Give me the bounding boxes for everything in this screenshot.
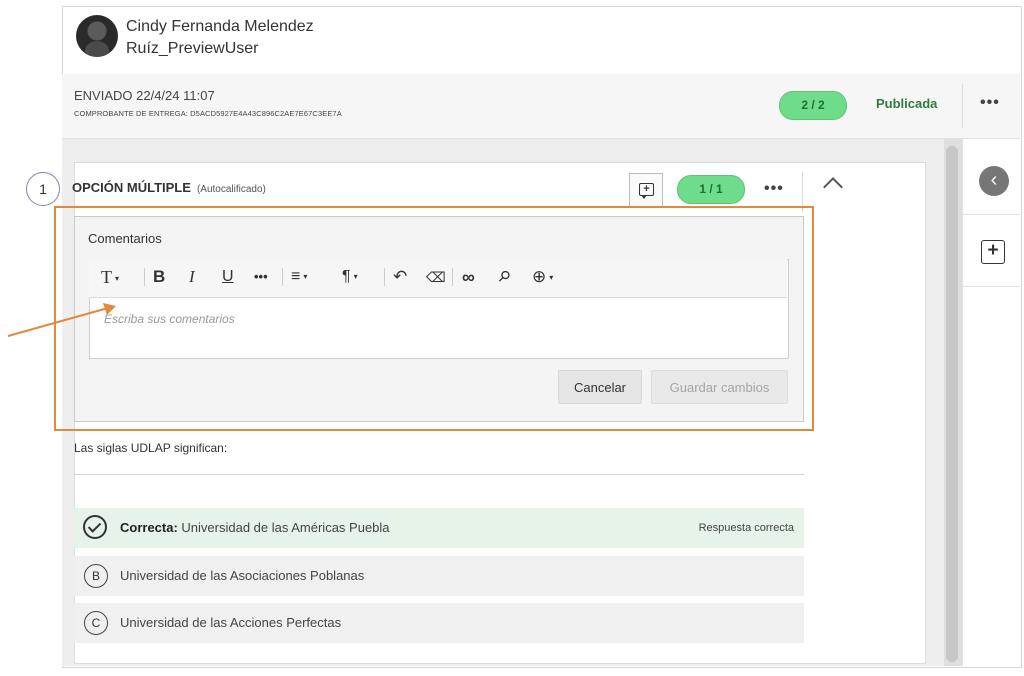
question-more-options-icon[interactable]: ••• <box>764 180 784 198</box>
divider <box>962 286 1020 287</box>
question-prompt: Las siglas UDLAP significan: <box>74 441 228 455</box>
divider <box>962 214 1020 215</box>
publish-status: Publicada <box>876 96 938 111</box>
collapse-panel-chevron-left-icon[interactable]: ‹ <box>979 166 1009 196</box>
question-type-label: OPCIÓN MÚLTIPLE <box>72 180 191 195</box>
total-score-badge[interactable]: 2 / 2 <box>779 91 847 120</box>
answer-option: C Universidad de las Acciones Perfectas <box>74 603 804 643</box>
annotation-arrow <box>7 303 116 337</box>
submitted-date: ENVIADO 22/4/24 11:07 <box>74 88 215 103</box>
add-comment-button[interactable]: + <box>629 173 663 207</box>
student-name-line-2: Ruíz_PreviewUser <box>126 40 259 57</box>
student-name: Cindy Fernanda Melendez Ruíz_PreviewUser <box>126 16 314 60</box>
option-letter: C <box>84 611 108 635</box>
correct-answer-note: Respuesta correcta <box>698 522 794 534</box>
answer-text: Correcta: Universidad de las Américas Pu… <box>120 520 390 535</box>
comment-plus-icon: + <box>639 183 654 199</box>
divider <box>74 474 804 475</box>
avatar <box>76 15 118 57</box>
scrollbar-thumb[interactable] <box>946 146 958 662</box>
question-number: 1 <box>26 172 60 206</box>
submission-bar: ENVIADO 22/4/24 11:07 COMPROBANTE DE ENT… <box>62 74 1020 139</box>
student-name-line-1: Cindy Fernanda Melendez <box>126 18 314 35</box>
highlight-box <box>54 206 814 431</box>
option-letter: B <box>84 564 108 588</box>
answer-text: Universidad de las Acciones Perfectas <box>120 615 342 630</box>
user-header: Cindy Fernanda Melendez Ruíz_PreviewUser <box>62 6 1020 75</box>
grading-mode: (Autocalificado) <box>196 184 266 195</box>
add-feedback-icon[interactable]: + <box>981 240 1005 264</box>
delivery-receipt: COMPROBANTE DE ENTREGA: D5ACD5927E4A43C8… <box>74 109 342 118</box>
check-circle-icon <box>83 515 107 539</box>
submission-more-options-icon[interactable]: ••• <box>980 94 1000 112</box>
answer-option-correct: Correcta: Universidad de las Américas Pu… <box>74 508 804 548</box>
divider <box>962 84 963 128</box>
answer-text: Universidad de las Asociaciones Poblanas <box>120 568 365 583</box>
right-side-panel <box>962 139 1020 666</box>
question-type: OPCIÓN MÚLTIPLE (Autocalificado) <box>72 180 266 195</box>
question-score-badge[interactable]: 1 / 1 <box>677 175 745 204</box>
answer-option: B Universidad de las Asociaciones Poblan… <box>74 556 804 596</box>
